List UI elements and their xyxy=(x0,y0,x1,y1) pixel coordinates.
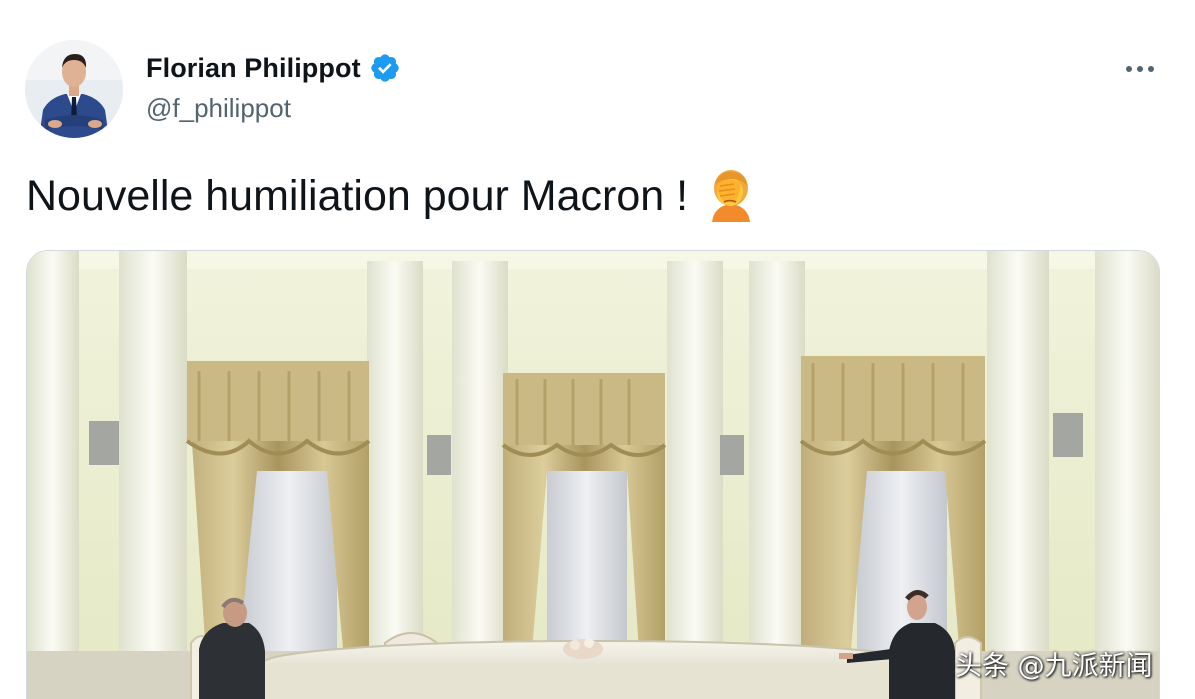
tweet: Florian Philippot @f_philippot Nouvelle … xyxy=(0,0,1195,699)
author-display-name[interactable]: Florian Philippot xyxy=(146,53,361,84)
tweet-media-photo[interactable] xyxy=(26,250,1160,699)
person-facepalming-emoji xyxy=(712,170,751,222)
watermark-text: 头条 @九派新闻 xyxy=(955,651,1153,682)
verified-badge-icon xyxy=(371,54,399,82)
more-dot xyxy=(1137,66,1143,72)
avatar-image xyxy=(25,40,123,138)
tweet-text: Nouvelle humiliation pour Macron ! xyxy=(26,171,689,220)
more-dot xyxy=(1126,66,1132,72)
author-handle[interactable]: @f_philippot xyxy=(146,93,291,124)
kremlin-meeting-photo xyxy=(27,251,1159,699)
tweet-text-row: Nouvelle humiliation pour Macron ! xyxy=(26,170,756,222)
more-dot xyxy=(1148,66,1154,72)
more-horizontal-icon[interactable] xyxy=(1120,55,1160,83)
author-name-row[interactable]: Florian Philippot xyxy=(146,52,401,84)
avatar[interactable] xyxy=(25,40,123,138)
